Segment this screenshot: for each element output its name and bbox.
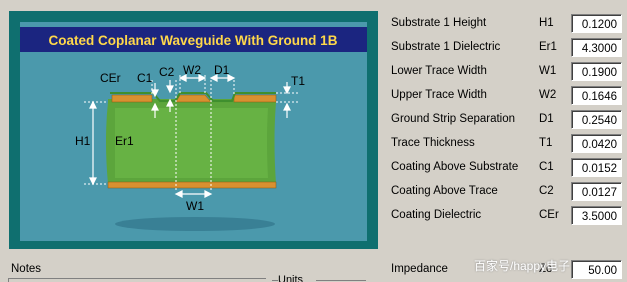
param-symbol: C1 [539, 161, 554, 173]
coating-above-substrate-input[interactable] [571, 158, 622, 177]
impedance-label: Impedance [391, 263, 448, 275]
impedance-input[interactable] [571, 260, 622, 279]
param-label: Ground Strip Separation [391, 113, 516, 125]
label-c2: C2 [159, 65, 175, 79]
param-row-c2: Coating Above Trace C2 [384, 182, 627, 202]
substrate-height-input[interactable] [571, 14, 622, 33]
coating-dielectric-input[interactable] [571, 206, 622, 225]
param-symbol: C2 [539, 185, 554, 197]
label-t1: T1 [291, 74, 305, 88]
param-label: Trace Thickness [391, 137, 475, 149]
param-symbol: Er1 [539, 41, 557, 53]
units-label: Units [278, 274, 304, 282]
param-row-t1: Trace Thickness T1 [384, 134, 627, 154]
label-w2: W2 [183, 63, 201, 77]
param-label: Lower Trace Width [391, 65, 487, 77]
lower-trace-width-input[interactable] [571, 62, 622, 81]
param-label: Coating Dielectric [391, 209, 482, 221]
diagram-title: Coated Coplanar Waveguide With Ground 1B [49, 33, 338, 48]
label-cer: CEr [100, 71, 121, 85]
trace-thickness-input[interactable] [571, 134, 622, 153]
param-label: Upper Trace Width [391, 89, 487, 101]
param-row-c1: Coating Above Substrate C1 [384, 158, 627, 178]
notes-label: Notes [11, 263, 42, 275]
param-row-er1: Substrate 1 Dielectric Er1 [384, 38, 627, 58]
param-row-d1: Ground Strip Separation D1 [384, 110, 627, 130]
param-symbol: T1 [539, 137, 553, 149]
units-groupbox-line [316, 280, 366, 281]
label-h1: H1 [75, 134, 91, 148]
param-label: Substrate 1 Height [391, 17, 487, 29]
label-er1: Er1 [115, 134, 134, 148]
param-row-cer: Coating Dielectric CEr [384, 206, 627, 226]
notes-field[interactable] [8, 278, 266, 282]
param-label: Coating Above Substrate [391, 161, 519, 173]
param-symbol: W1 [539, 65, 557, 77]
label-w1: W1 [186, 199, 204, 213]
param-row-w2: Upper Trace Width W2 [384, 86, 627, 106]
param-symbol: H1 [539, 17, 554, 29]
label-c1: C1 [137, 71, 153, 85]
param-label: Substrate 1 Dielectric [391, 41, 501, 53]
ground-plane [107, 181, 277, 189]
structure-diagram: Coated Coplanar Waveguide With Ground 1B [0, 0, 382, 253]
diagram-svg: Coated Coplanar Waveguide With Ground 1B [0, 0, 382, 253]
param-symbol: D1 [539, 113, 554, 125]
left-ground-strip [111, 94, 153, 103]
ground-strip-separation-input[interactable] [571, 110, 622, 129]
param-row-w1: Lower Trace Width W1 [384, 62, 627, 82]
substrate-dielectric-input[interactable] [571, 38, 622, 57]
param-label: Coating Above Trace [391, 185, 498, 197]
label-d1: D1 [214, 63, 230, 77]
center-trace [175, 94, 212, 103]
upper-trace-width-input[interactable] [571, 86, 622, 105]
coating-above-trace-input[interactable] [571, 182, 622, 201]
right-ground-strip [233, 94, 277, 103]
param-symbol: W2 [539, 89, 557, 101]
watermark: 百家号/happy电子 [474, 259, 571, 273]
param-symbol: CEr [539, 209, 559, 221]
param-row-h1: Substrate 1 Height H1 [384, 14, 627, 34]
